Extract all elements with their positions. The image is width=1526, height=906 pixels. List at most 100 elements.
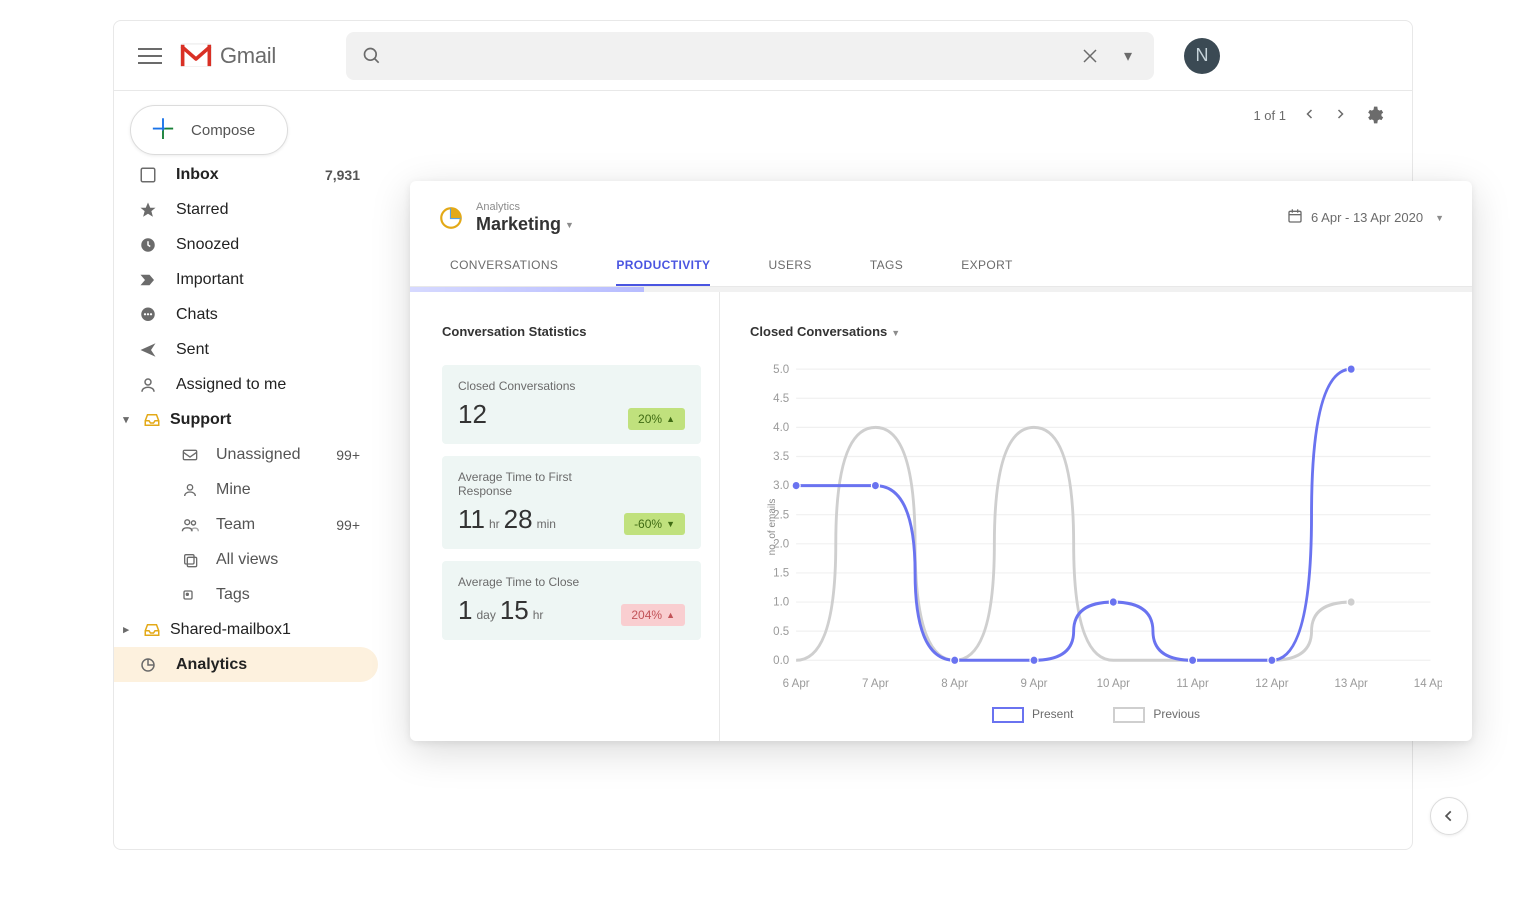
- send-icon: [138, 341, 158, 359]
- sidebar-section-support[interactable]: ▾ Support: [114, 402, 378, 437]
- analytics-icon: [138, 656, 158, 674]
- settings-button[interactable]: [1364, 105, 1384, 125]
- subheader: [378, 161, 406, 221]
- panel-title[interactable]: Analytics Marketing ▼: [476, 201, 574, 234]
- prev-page-button[interactable]: [1304, 108, 1316, 123]
- compose-button[interactable]: ＋ Compose: [130, 105, 288, 155]
- clock-icon: [138, 236, 158, 254]
- search-bar[interactable]: ▾: [346, 32, 1154, 80]
- sidebar-item-chats[interactable]: Chats: [114, 297, 378, 332]
- sidebar-sub-allviews[interactable]: All views: [114, 542, 378, 577]
- pie-chart-icon: [438, 205, 464, 231]
- date-range-label: 6 Apr - 13 Apr 2020: [1311, 210, 1423, 225]
- sidebar-primary: Inbox 7,931 Starred Snoozed Important Ch…: [114, 157, 378, 682]
- gmail-logo-icon: [180, 43, 212, 69]
- analytics-panel: Analytics Marketing ▼ 6 Apr - 13 Apr 2020…: [410, 181, 1472, 741]
- panel-eyebrow: Analytics: [476, 201, 574, 214]
- person-icon: [138, 376, 158, 394]
- svg-text:1.5: 1.5: [773, 566, 789, 580]
- stat-card-time-to-close[interactable]: Average Time to Close 1 day 15 hr 204%▲: [442, 561, 701, 640]
- svg-text:7 Apr: 7 Apr: [862, 676, 889, 690]
- legend-item-previous: Previous: [1113, 707, 1200, 723]
- sidebar-sub-tags[interactable]: Tags: [114, 577, 378, 612]
- line-chart: 0.00.51.01.52.02.53.03.54.04.55.06 Apr7 …: [750, 357, 1442, 697]
- person-icon: [180, 482, 200, 498]
- sidebar-item-inbox[interactable]: Inbox 7,931: [114, 157, 378, 192]
- date-range-picker[interactable]: 6 Apr - 13 Apr 2020 ▼: [1287, 208, 1444, 227]
- stat-unit: hr: [489, 517, 500, 531]
- svg-text:0.0: 0.0: [773, 653, 789, 667]
- svg-text:4.5: 4.5: [773, 391, 789, 405]
- sidebar-item-important[interactable]: Important: [114, 262, 378, 297]
- svg-text:2.0: 2.0: [773, 537, 789, 551]
- important-icon: [138, 273, 158, 287]
- sidebar-sub-unassigned[interactable]: Unassigned 99+: [114, 437, 378, 472]
- sidebar-section-shared[interactable]: ▸ Shared-mailbox1: [114, 612, 378, 647]
- dropdown-icon: ▼: [565, 220, 574, 230]
- sidebar-section-label: Shared-mailbox1: [170, 621, 291, 639]
- menu-icon[interactable]: [138, 44, 162, 68]
- svg-text:10 Apr: 10 Apr: [1097, 676, 1130, 690]
- svg-text:14 Apr: 14 Apr: [1414, 676, 1442, 690]
- chevron-down-icon: ▾: [118, 413, 134, 426]
- tab-users[interactable]: USERS: [768, 258, 811, 286]
- shared-inbox-icon: [142, 621, 162, 639]
- tab-conversations[interactable]: CONVERSATIONS: [450, 258, 558, 286]
- sidebar-item-sent[interactable]: Sent: [114, 332, 378, 367]
- stat-delta: -60%▼: [624, 513, 685, 535]
- tab-productivity[interactable]: PRODUCTIVITY: [616, 258, 710, 286]
- support-inbox-icon: [142, 411, 162, 429]
- stat-unit: hr: [533, 608, 544, 622]
- avatar[interactable]: N: [1184, 38, 1220, 74]
- stat-delta: 20%▲: [628, 408, 685, 430]
- search-options-dropdown-icon[interactable]: ▾: [1116, 44, 1140, 68]
- avatar-initial: N: [1195, 45, 1208, 66]
- chart-title[interactable]: Closed Conversations▼: [750, 324, 1442, 339]
- stat-value: 28: [504, 504, 533, 535]
- sidebar-item-starred[interactable]: Starred: [114, 192, 378, 227]
- star-icon: [138, 201, 158, 219]
- stat-value: 1: [458, 595, 472, 626]
- svg-text:13 Apr: 13 Apr: [1335, 676, 1368, 690]
- svg-text:1.0: 1.0: [773, 595, 789, 609]
- sidebar-item-snoozed[interactable]: Snoozed: [114, 227, 378, 262]
- next-page-button[interactable]: [1334, 108, 1346, 123]
- stat-card-closed[interactable]: Closed Conversations 12 20%▲: [442, 365, 701, 444]
- sidebar-item-label: Team: [216, 516, 320, 534]
- dropdown-icon: ▼: [891, 328, 900, 338]
- search-icon[interactable]: [360, 44, 384, 68]
- sidebar-item-count: 99+: [336, 447, 378, 463]
- stats-column: Conversation Statistics Closed Conversat…: [410, 292, 720, 741]
- sidebar-section-label: Support: [170, 411, 231, 429]
- collapse-fab[interactable]: [1430, 797, 1468, 835]
- svg-text:12 Apr: 12 Apr: [1255, 676, 1288, 690]
- stat-card-first-response[interactable]: Average Time to First Response 11 hr 28 …: [442, 456, 701, 549]
- clear-icon[interactable]: [1078, 44, 1102, 68]
- sidebar-item-analytics[interactable]: Analytics: [114, 647, 378, 682]
- stats-title: Conversation Statistics: [442, 324, 701, 339]
- svg-text:6 Apr: 6 Apr: [783, 676, 810, 690]
- tab-tags[interactable]: TAGS: [870, 258, 903, 286]
- sidebar-item-label: Chats: [176, 306, 378, 324]
- stat-value: 11: [458, 504, 485, 535]
- sidebar-item-label: Starred: [176, 201, 378, 219]
- panel-header: Analytics Marketing ▼ 6 Apr - 13 Apr 2020…: [410, 181, 1472, 234]
- calendar-icon: [1287, 208, 1303, 227]
- sidebar-item-label: Unassigned: [216, 446, 320, 464]
- sidebar-item-assigned[interactable]: Assigned to me: [114, 367, 378, 402]
- search-input[interactable]: [398, 46, 1064, 66]
- svg-text:8 Apr: 8 Apr: [941, 676, 968, 690]
- stat-name: Closed Conversations: [458, 379, 575, 393]
- svg-text:0.5: 0.5: [773, 624, 789, 638]
- toolbar: 1 of 1: [1253, 105, 1384, 125]
- chart-column: Closed Conversations▼ no. of emails 0.00…: [720, 292, 1472, 741]
- sidebar-sub-team[interactable]: Team 99+: [114, 507, 378, 542]
- panel-body: Conversation Statistics Closed Conversat…: [410, 292, 1472, 741]
- tab-export[interactable]: EXPORT: [961, 258, 1013, 286]
- sidebar-item-label: Tags: [216, 586, 378, 604]
- sidebar-item-label: All views: [216, 551, 378, 569]
- svg-text:4.0: 4.0: [773, 420, 789, 434]
- panel-tabs: CONVERSATIONS PRODUCTIVITY USERS TAGS EX…: [410, 234, 1472, 287]
- panel-main-title: Marketing: [476, 214, 561, 234]
- sidebar-sub-mine[interactable]: Mine: [114, 472, 378, 507]
